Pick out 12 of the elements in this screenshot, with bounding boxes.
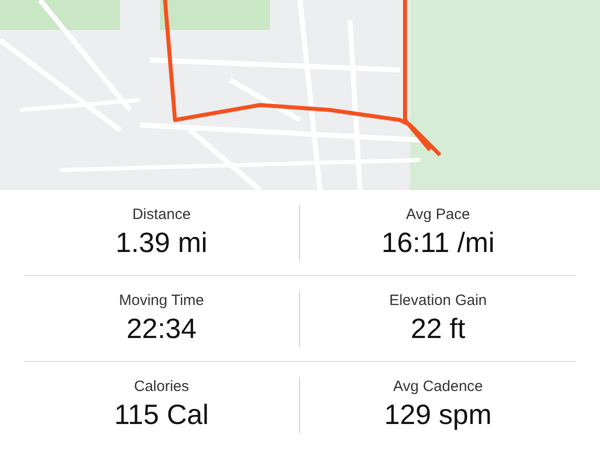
stat-label: Elevation Gain (389, 290, 487, 310)
stat-value: 1.39 mi (116, 226, 208, 260)
stat-value: 129 spm (384, 398, 492, 432)
stat-value: 22:34 (126, 312, 197, 346)
stat-label: Moving Time (118, 290, 204, 310)
stat-label: Avg Cadence (393, 377, 483, 397)
stat-label: Calories (134, 377, 190, 397)
stat-label: Distance (132, 204, 191, 224)
stat-value: 16:11 /mi (381, 226, 495, 260)
stat-value: 115 Cal (114, 398, 209, 432)
stat-label: Avg Pace (406, 204, 470, 224)
stat-value: 22 ft (410, 312, 466, 346)
